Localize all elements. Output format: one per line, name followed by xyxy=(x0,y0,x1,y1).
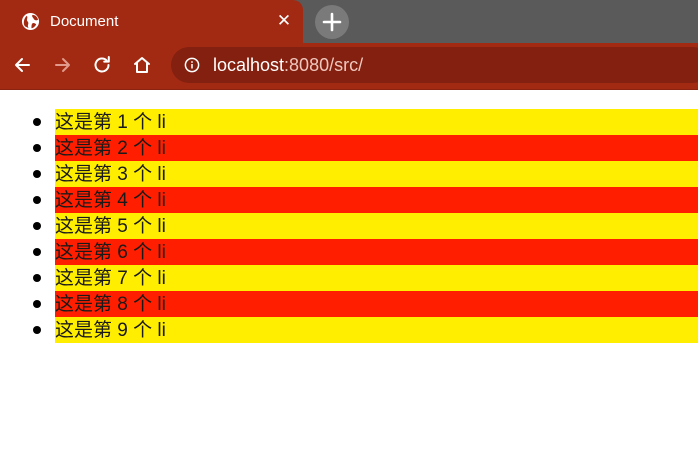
bullet-icon xyxy=(33,144,41,152)
tab-title: Document xyxy=(50,13,119,30)
bullet-icon xyxy=(33,274,41,282)
bullet-icon xyxy=(33,326,41,334)
url-host: localhost xyxy=(213,55,285,75)
tab-strip: Document ✕ xyxy=(0,0,698,43)
list-item-text: 这是第 2 个 li xyxy=(55,138,166,159)
list-item: 这是第 7 个 li xyxy=(33,265,698,291)
list-item-text: 这是第 5 个 li xyxy=(55,216,166,237)
list-item: 这是第 1 个 li xyxy=(33,109,698,135)
page-content: 这是第 1 个 li 这是第 2 个 li 这是第 3 个 li 这是第 4 个 li… xyxy=(0,90,698,457)
tab-document[interactable]: Document ✕ xyxy=(0,0,303,43)
list-item-text: 这是第 3 个 li xyxy=(55,164,166,185)
back-arrow-icon[interactable] xyxy=(11,54,33,76)
list-item-text: 这是第 1 个 li xyxy=(55,112,166,133)
list-item: 这是第 9 个 li xyxy=(33,317,698,343)
home-icon[interactable] xyxy=(131,54,153,76)
plus-icon xyxy=(322,12,342,32)
list-item: 这是第 6 个 li xyxy=(33,239,698,265)
new-tab-button[interactable] xyxy=(315,5,349,39)
browser-toolbar: localhost:8080/src/ xyxy=(0,43,698,90)
bullet-icon xyxy=(33,222,41,230)
list-item: 这是第 2 个 li xyxy=(33,135,698,161)
url-path: :8080/src/ xyxy=(284,55,364,75)
bullet-icon xyxy=(33,118,41,126)
list-item: 这是第 4 个 li xyxy=(33,187,698,213)
list-item-text: 这是第 6 个 li xyxy=(55,242,166,263)
reload-icon[interactable] xyxy=(91,54,113,76)
close-tab-icon[interactable]: ✕ xyxy=(274,11,294,31)
list-item: 这是第 5 个 li xyxy=(33,213,698,239)
bullet-icon xyxy=(33,248,41,256)
bullet-icon xyxy=(33,170,41,178)
url-text[interactable]: localhost:8080/src/ xyxy=(213,55,363,75)
list-item: 这是第 8 个 li xyxy=(33,291,698,317)
bullet-icon xyxy=(33,300,41,308)
info-icon[interactable] xyxy=(184,57,200,73)
li-list: 这是第 1 个 li 这是第 2 个 li 这是第 3 个 li 这是第 4 个 li… xyxy=(0,109,698,343)
list-item: 这是第 3 个 li xyxy=(33,161,698,187)
list-item-text: 这是第 9 个 li xyxy=(55,320,166,341)
address-bar[interactable]: localhost:8080/src/ xyxy=(171,47,698,83)
bullet-icon xyxy=(33,196,41,204)
globe-icon xyxy=(21,12,40,31)
list-item-text: 这是第 7 个 li xyxy=(55,268,166,289)
forward-arrow-icon[interactable] xyxy=(52,54,74,76)
list-item-text: 这是第 4 个 li xyxy=(55,190,166,211)
list-item-text: 这是第 8 个 li xyxy=(55,294,166,315)
